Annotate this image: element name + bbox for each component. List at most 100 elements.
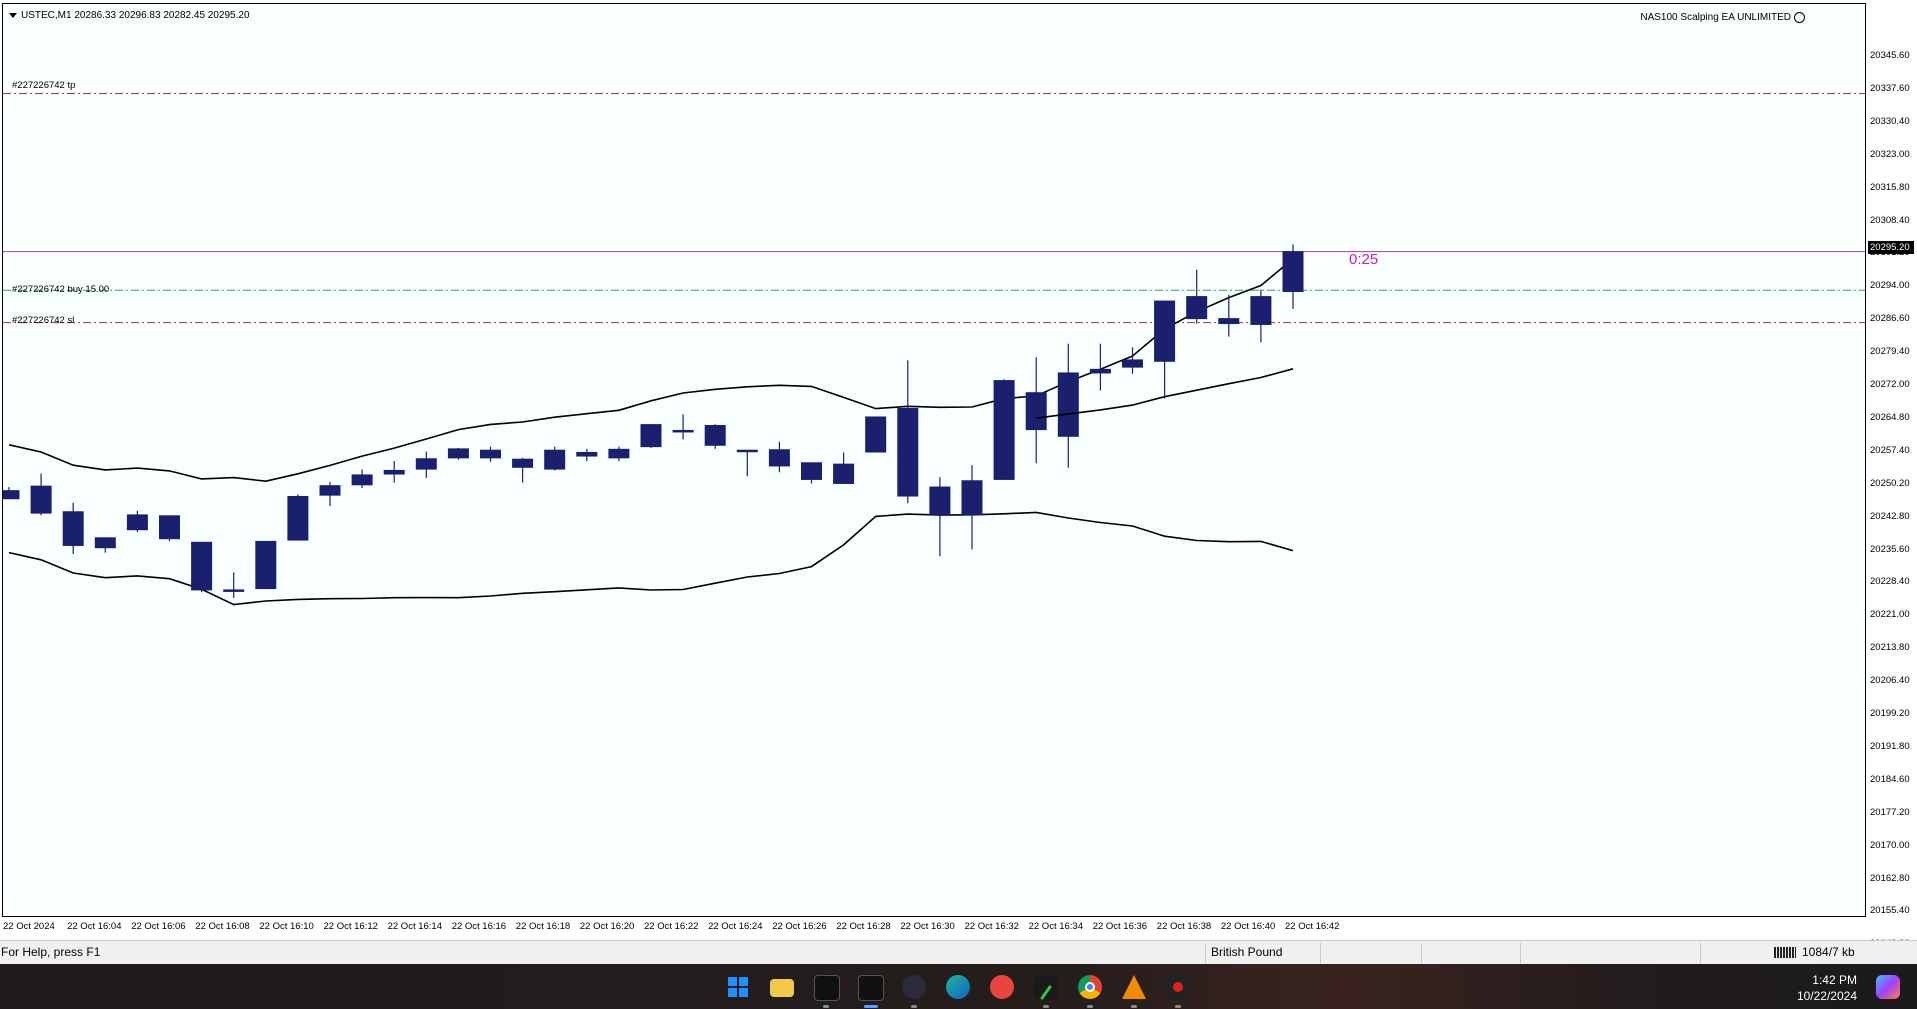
time-tick-label: 22 Oct 2024 [3,921,55,932]
time-tick-label: 22 Oct 16:36 [1092,921,1148,932]
candle-body [833,463,855,484]
candle-body [415,458,437,470]
time-tick-label: 22 Oct 16:28 [836,921,891,932]
red-app-icon[interactable] [990,975,1014,999]
connection-bars-icon [1774,947,1796,958]
candle-body [30,485,52,514]
open-indicator [1087,1005,1093,1008]
cat-app-icon[interactable] [902,975,926,999]
candle-body [1282,251,1304,293]
time-tick-label: 22 Oct 16:18 [515,921,571,932]
system-clock[interactable]: 1:42 PM 10/22/2024 [1797,972,1857,1004]
candle-body [961,480,983,516]
expert-advisor-label[interactable]: NAS100 Scalping EA UNLIMITED [1640,12,1805,23]
open-indicator [911,1005,917,1008]
price-tick-label: 20345.60 [1870,50,1910,61]
windows-start-icon[interactable] [726,975,750,999]
candle-body [447,448,469,459]
chrome-icon[interactable] [1078,975,1102,999]
candle-body [159,515,180,540]
time-tick-label: 22 Oct 16:24 [708,921,763,932]
candle-body [62,511,84,546]
price-tick-label: 20177.20 [1870,806,1910,818]
candle-body [576,451,598,457]
sl-order-label: #227226742 sl [12,315,75,326]
chart-menu-triangle-icon[interactable] [9,12,17,18]
current-price-tag: 20295.20 [1868,241,1914,254]
candle-body [544,449,566,470]
time-tick-label: 22 Oct 16:30 [900,921,955,932]
recorder-icon[interactable] [1166,975,1190,999]
open-indicator [1175,1005,1181,1008]
profile-name: British Pound [1211,945,1283,959]
candle-body [993,380,1015,480]
active-indicator [864,1005,878,1008]
tp-order-label: #227226742 tp [12,80,76,91]
open-indicator [1043,1005,1049,1008]
clock-date: 10/22/2024 [1796,989,1857,1003]
candle-body [480,449,501,459]
file-explorer-icon[interactable] [770,979,794,997]
price-tick-label: 20199.20 [1870,708,1910,719]
candle-body [383,469,405,475]
price-tick-label: 20272.00 [1870,379,1910,390]
candle-body [3,490,20,500]
price-tick-label: 20206.40 [1870,675,1910,687]
candle-body [608,448,630,459]
candle-body [897,407,919,497]
price-tick-label: 20221.00 [1870,609,1910,621]
candle-body [640,424,662,448]
price-tick-label: 20330.40 [1870,115,1910,127]
status-divider [1320,943,1321,963]
edge-icon[interactable] [946,975,970,999]
candle-body [736,449,758,453]
price-chart[interactable] [3,4,1865,916]
time-tick-label: 22 Oct 16:26 [772,921,827,932]
help-hint: For Help, press F1 [1,945,101,959]
metatrader-icon[interactable] [814,975,840,1001]
symbol-ohlc-text: USTEC,M1 20286.33 20296.83 20282.45 2029… [21,10,250,21]
candle-body [223,589,245,592]
candle-body [287,495,309,541]
metatrader-active-icon[interactable] [858,975,884,1001]
windows-taskbar: 1:42 PM 10/22/2024 [0,964,1917,1009]
candle-body [704,425,726,446]
price-tick-label: 20170.00 [1870,839,1910,851]
candle-body [1154,300,1176,362]
chart-area[interactable]: USTEC,M1 20286.33 20296.83 20282.45 2029… [2,3,1866,917]
price-tick-label: 20279.40 [1870,346,1910,358]
time-tick-label: 22 Oct 16:34 [1028,921,1083,932]
price-tick-label: 20323.00 [1870,148,1910,160]
price-tick-label: 20162.80 [1870,872,1910,884]
candle-body [191,541,213,591]
candle-body [672,429,694,433]
status-divider [1700,943,1701,963]
time-tick-label: 22 Oct 16:38 [1156,921,1212,932]
time-tick-label: 22 Oct 16:40 [1220,921,1276,932]
time-tick-label: 22 Oct 16:22 [644,921,699,932]
chart-window[interactable]: USTEC,M1 20286.33 20296.83 20282.45 2029… [0,0,1917,949]
ea-smiley-icon[interactable] [1794,12,1805,23]
candle-body [1057,372,1079,437]
open-indicator [1131,1005,1137,1008]
price-tick-label: 20191.80 [1870,740,1910,752]
candle-body [319,485,341,496]
time-tick-label: 22 Oct 16:42 [1285,921,1340,932]
candle-body [1186,296,1208,320]
candle-body [1089,368,1111,374]
price-tick-label: 20155.40 [1870,905,1910,917]
candle-body [1218,318,1240,325]
clock-time: 1:42 PM [1812,973,1857,987]
copilot-icon[interactable] [1876,975,1900,999]
price-tick-label: 20337.60 [1870,82,1910,94]
buy-order-label: #227226742 buy 15.00 [12,284,110,295]
status-divider [1205,943,1206,963]
time-tick-label: 22 Oct 16:14 [387,921,442,932]
price-tick-label: 20257.40 [1870,444,1910,456]
middle-band-hidden [9,405,234,450]
price-tick-label: 20213.80 [1870,642,1910,654]
time-tick-label: 22 Oct 16:08 [195,921,250,932]
price-tick-label: 20242.80 [1870,510,1910,522]
vlc-icon[interactable] [1122,975,1146,999]
green-chart-app-icon[interactable] [1034,975,1058,1000]
